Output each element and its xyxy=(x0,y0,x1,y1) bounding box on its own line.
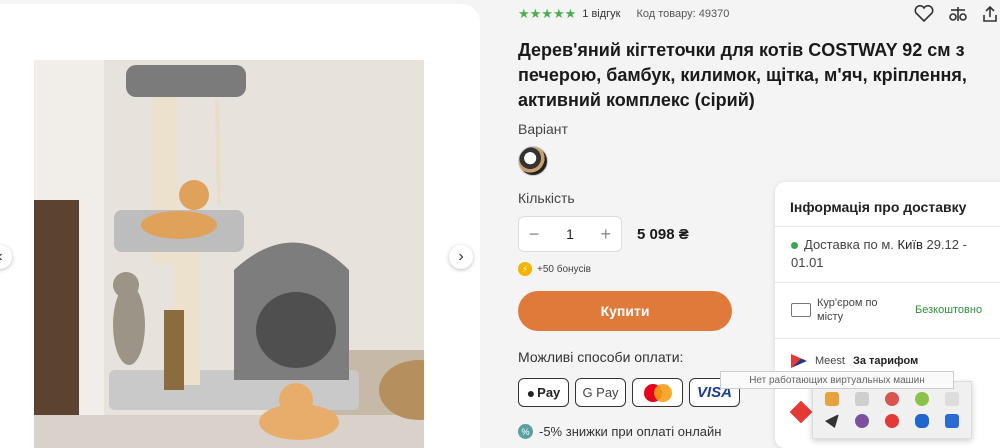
system-tray-popup: Нет работающих виртуальных машин xyxy=(720,371,972,439)
gallery-prev-button[interactable]: ‹ xyxy=(0,245,12,269)
variant-label: Варіант xyxy=(518,121,568,137)
chevron-right-icon: › xyxy=(458,248,464,265)
shield-icon[interactable] xyxy=(945,414,959,428)
buy-button[interactable]: Купити xyxy=(518,291,732,331)
divider xyxy=(775,282,1000,283)
city-link[interactable]: Київ xyxy=(898,237,923,252)
meest-name: Meest xyxy=(815,355,845,367)
meest-price: За тарифом xyxy=(852,355,919,367)
telegram-icon[interactable] xyxy=(825,414,839,428)
apple-icon: ● xyxy=(526,384,536,401)
google-pay-badge: G Pay xyxy=(575,378,626,407)
product-photo[interactable] xyxy=(34,60,424,448)
delivery-title: Інформація про доставку xyxy=(790,199,967,215)
cat-tree-illustration xyxy=(34,60,424,448)
rating-row: ★★★★★ 1 відгук Код товару: 49370 xyxy=(518,6,729,22)
product-gallery: ‹ xyxy=(0,4,480,448)
mastercard-icon xyxy=(643,383,672,402)
compare-scale-icon[interactable] xyxy=(948,4,968,24)
product-code: Код товару: 49370 xyxy=(636,8,730,20)
quantity-minus-button[interactable]: − xyxy=(529,224,540,245)
lightning-icon: ⚡ xyxy=(518,262,532,276)
bonus-row: ⚡ +50 бонусів xyxy=(518,262,591,276)
share-icon[interactable] xyxy=(980,4,1000,24)
reviews-link[interactable]: 1 відгук xyxy=(582,8,620,20)
product-price: 5 098 ₴ xyxy=(637,226,689,243)
mastercard-badge xyxy=(632,378,683,407)
divider xyxy=(775,226,1000,227)
discount-text: -5% знижки при оплаті онлайн xyxy=(539,424,722,439)
percent-icon: % xyxy=(518,424,533,439)
courier-price: Безкоштовно xyxy=(915,304,983,316)
app-icon[interactable] xyxy=(915,392,929,406)
app-icon[interactable] xyxy=(945,392,959,406)
payment-label: Можливі способи оплати: xyxy=(518,349,684,365)
tray-icons-panel xyxy=(812,381,972,439)
app-icon[interactable] xyxy=(885,414,899,428)
app-icon[interactable] xyxy=(825,392,839,406)
courier-option: Кур'єром по місту xyxy=(791,296,897,324)
quantity-label: Кількість xyxy=(518,190,575,206)
delivery-city: Доставка по м. Київ 29.12 - 01.01 xyxy=(791,237,967,270)
quantity-value[interactable]: 1 xyxy=(566,226,574,242)
chevron-left-icon: ‹ xyxy=(0,248,3,266)
quantity-stepper: − 1 + xyxy=(518,216,622,252)
divider xyxy=(775,338,1000,339)
variant-swatch[interactable] xyxy=(518,146,548,176)
viber-icon[interactable] xyxy=(855,414,869,428)
online-discount: % -5% знижки при оплаті онлайн xyxy=(518,424,721,439)
truck-icon xyxy=(791,303,811,317)
meest-logo-icon xyxy=(791,354,807,368)
bonus-text: +50 бонусів xyxy=(537,263,591,275)
status-dot-icon xyxy=(791,242,798,250)
heart-icon[interactable] xyxy=(914,4,934,24)
tray-tooltip: Нет работающих виртуальных машин xyxy=(720,371,954,389)
app-icon[interactable] xyxy=(885,392,899,406)
gallery-next-button[interactable]: › xyxy=(449,245,473,269)
courier-label: Кур'єром по місту xyxy=(817,297,878,323)
rating-stars: ★★★★★ xyxy=(518,6,577,21)
bluetooth-icon[interactable] xyxy=(915,414,929,428)
payment-methods: ● Pay G Pay VISA xyxy=(518,378,740,407)
product-title: Дерев'яний кігтеточки для котів COSTWAY … xyxy=(518,40,967,110)
apple-pay-badge: ● Pay xyxy=(518,378,569,407)
meest-option: Meest За тарифом xyxy=(791,354,918,368)
app-icon[interactable] xyxy=(855,392,869,406)
quantity-plus-button[interactable]: + xyxy=(600,224,611,245)
